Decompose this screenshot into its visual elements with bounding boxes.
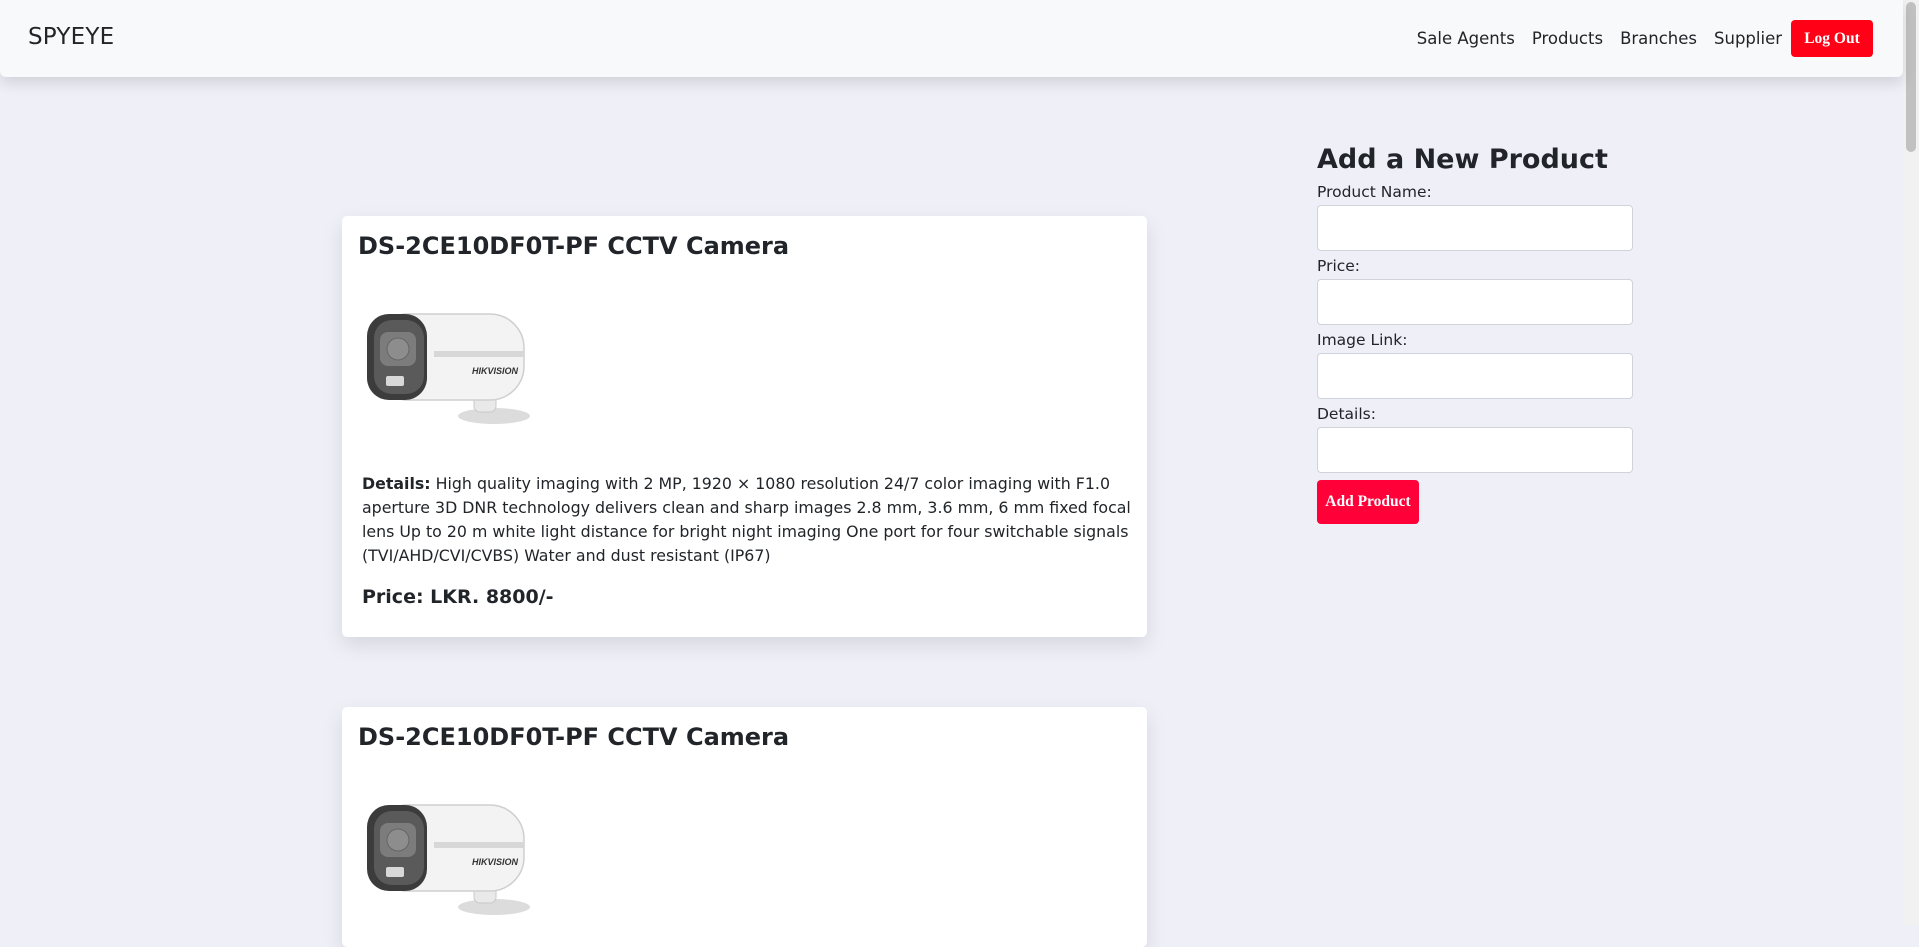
svg-text:HIKVISION: HIKVISION: [472, 366, 519, 376]
nav-link-sale-agents[interactable]: Sale Agents: [1417, 29, 1515, 48]
details-text: High quality imaging with 2 MP, 1920 × 1…: [362, 474, 1131, 565]
details-label: Details:: [1317, 405, 1376, 423]
product-title: DS-2CE10DF0T-PF CCTV Camera: [358, 232, 790, 260]
scrollbar-thumb[interactable]: [1906, 2, 1916, 152]
product-card: DS-2CE10DF0T-PF CCTV Camera HIKVISION: [342, 707, 1147, 947]
form-title: Add a New Product: [1317, 144, 1608, 175]
product-price: Price: LKR. 8800/-: [362, 586, 554, 608]
svg-text:HIKVISION: HIKVISION: [472, 857, 519, 867]
cctv-camera-image: HIKVISION: [367, 313, 530, 424]
nav-link-supplier[interactable]: Supplier: [1714, 29, 1782, 48]
nav-link-branches[interactable]: Branches: [1620, 29, 1697, 48]
navbar: SPYEYE Sale Agents Products Branches Sup…: [0, 0, 1903, 77]
cctv-camera-image: HIKVISION: [367, 804, 530, 915]
image-link-label: Image Link:: [1317, 331, 1408, 349]
product-name-input[interactable]: [1317, 205, 1633, 251]
price-label: Price:: [1317, 257, 1361, 275]
price-input[interactable]: [1317, 279, 1633, 325]
page-scrollbar[interactable]: [1903, 0, 1919, 925]
product-name-label: Product Name:: [1317, 183, 1432, 201]
add-product-form: Add a New Product Product Name: Price: I…: [1317, 144, 1633, 524]
product-card: DS-2CE10DF0T-PF CCTV Camera HIKVISION De…: [342, 216, 1147, 637]
brand-logo[interactable]: SPYEYE: [28, 24, 114, 50]
image-link-input[interactable]: [1317, 353, 1633, 399]
logout-button[interactable]: Log Out: [1791, 20, 1873, 57]
nav-link-products[interactable]: Products: [1532, 29, 1603, 48]
nav-links: Sale Agents Products Branches Supplier L…: [1400, 20, 1873, 57]
add-product-button[interactable]: Add Product: [1317, 480, 1419, 524]
product-details: Details: High quality imaging with 2 MP,…: [362, 472, 1132, 568]
details-input[interactable]: [1317, 427, 1633, 473]
details-label: Details:: [362, 474, 431, 493]
product-title: DS-2CE10DF0T-PF CCTV Camera: [358, 723, 790, 751]
